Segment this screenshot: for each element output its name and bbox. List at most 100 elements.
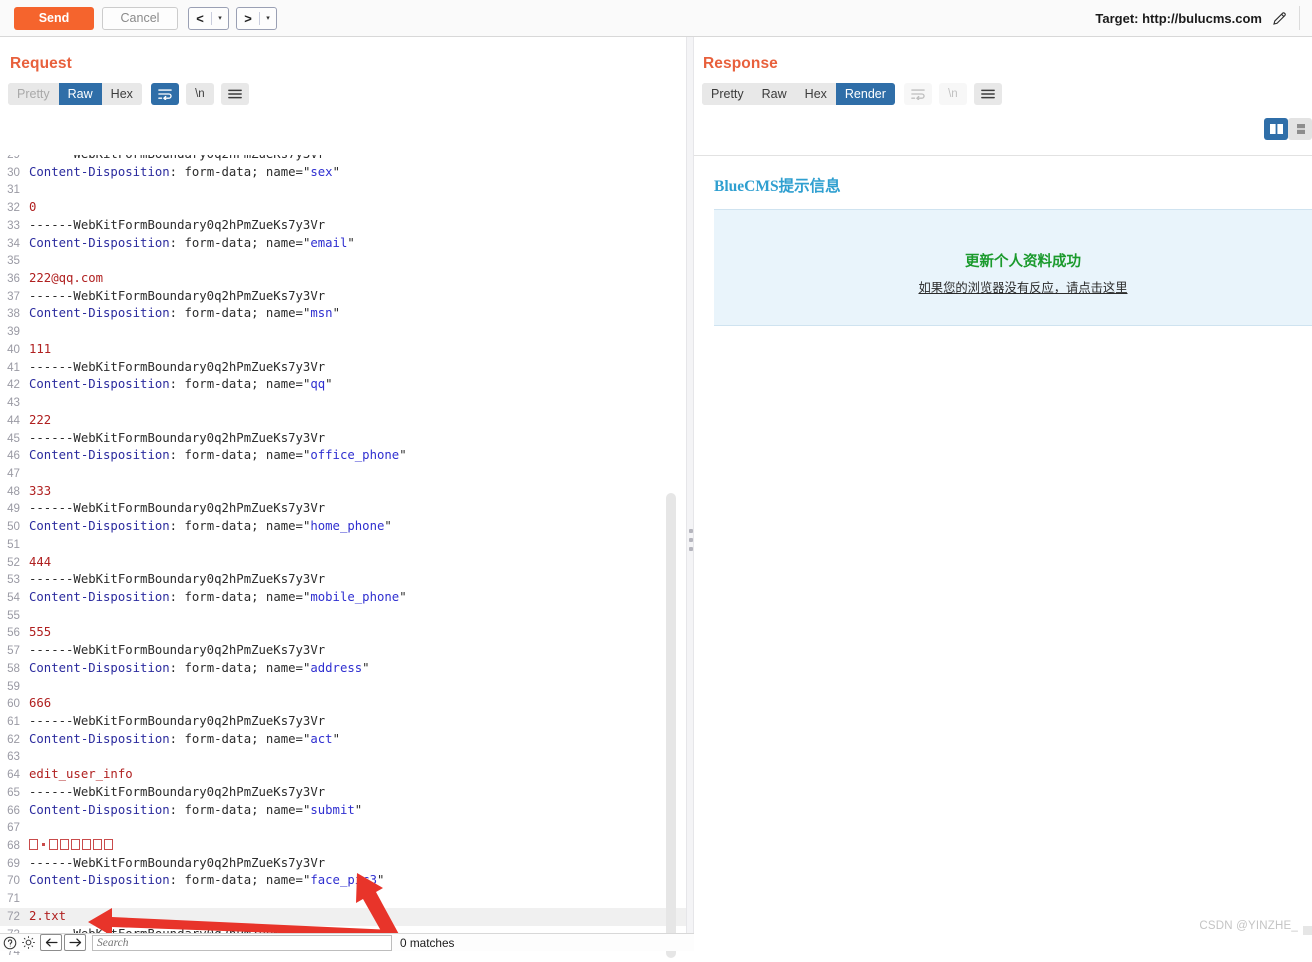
code-line: 51 <box>0 536 686 554</box>
corner-scrollbar[interactable] <box>1303 926 1312 935</box>
code-token: " <box>376 873 385 888</box>
middot-glyph <box>42 843 45 847</box>
line-content: 444 <box>25 554 51 572</box>
line-number: 33 <box>7 218 20 232</box>
code-token: ------WebKitFormBoundary0q2hPmZueKs7y3Vr <box>29 430 326 445</box>
code-line: 63 <box>0 748 686 766</box>
layout-buttons <box>1264 118 1312 140</box>
line-content: ------WebKitFormBoundary0q2hPmZueKs7y3Vr <box>25 500 325 518</box>
redirect-link[interactable]: 如果您的浏览器没有反应，请点击这里 <box>714 278 1312 296</box>
search-forward-button[interactable] <box>64 934 86 951</box>
next-request-button[interactable]: > ▾ <box>236 6 277 30</box>
code-token: 222 <box>29 412 52 427</box>
code-token: : form-data; name= <box>169 235 303 250</box>
code-token: address <box>310 660 363 675</box>
question-icon[interactable] <box>0 934 19 952</box>
code-token: Content-Disposition <box>29 306 170 321</box>
request-word-wrap-icon[interactable] <box>150 83 179 105</box>
unrenderable-glyph-icon <box>82 839 91 851</box>
watermark: CSDN @YINZHE_ <box>1199 920 1298 932</box>
code-token: sex <box>310 164 333 179</box>
chevron-down-icon: ▾ <box>266 15 270 22</box>
line-content: Content-Disposition: form-data; name= "fa… <box>25 872 384 890</box>
code-token: Content-Disposition <box>29 589 170 604</box>
request-menu-icon[interactable] <box>220 83 249 105</box>
code-token: office_phone <box>310 448 400 463</box>
code-token: " <box>332 306 340 321</box>
code-token: submit <box>310 802 355 817</box>
search-back-button[interactable] <box>40 934 62 951</box>
code-token: act <box>310 731 333 746</box>
newline-glyph: \n <box>948 88 958 100</box>
split-vertical-view-button[interactable] <box>1264 118 1288 140</box>
cancel-button[interactable]: Cancel <box>102 6 178 30</box>
line-number: 48 <box>7 484 20 498</box>
code-line: 36 222@qq.com <box>0 270 686 288</box>
chevron-down-icon: ▾ <box>218 15 222 22</box>
tab-request-hex[interactable]: Hex <box>101 83 142 105</box>
code-line: 49 ------WebKitFormBoundary0q2hPmZueKs7y3… <box>0 500 686 518</box>
line-number: 32 <box>7 201 20 215</box>
splitter-grip[interactable] <box>689 529 693 551</box>
tab-response-raw[interactable]: Raw <box>752 83 796 105</box>
code-line: 32 0 <box>0 199 686 217</box>
code-line: 35 <box>0 252 686 270</box>
line-content: Content-Disposition: form-data; name= "ho… <box>25 518 392 536</box>
search-input[interactable] <box>92 934 392 951</box>
line-content: ------WebKitFormBoundary0q2hPmZueKs7y3Vr <box>25 359 325 377</box>
bluecms-heading: BlueCMS提示信息 <box>714 178 841 195</box>
request-newline-icon[interactable]: \n <box>185 83 214 105</box>
code-line: 48 333 <box>0 483 686 501</box>
code-token: : form-data; name= <box>169 519 303 534</box>
code-line: 47 <box>0 465 686 483</box>
tab-request-pretty[interactable]: Pretty <box>8 83 59 105</box>
response-menu-icon[interactable] <box>973 83 1002 105</box>
code-token: 0 <box>29 200 37 215</box>
code-token: Content-Disposition <box>29 802 170 817</box>
response-view-tabs: Pretty Raw Hex Render <box>702 83 895 105</box>
send-button[interactable]: Send <box>14 6 94 30</box>
line-number: 63 <box>7 750 20 764</box>
code-token: 333 <box>29 483 52 498</box>
line-number: 59 <box>7 679 20 693</box>
line-number: 49 <box>7 502 20 516</box>
split-horizontal-view-button[interactable] <box>1288 118 1312 140</box>
chevron-right-icon: > <box>244 10 252 26</box>
newline-glyph: \n <box>195 88 205 100</box>
code-token: : form-data; name= <box>169 731 303 746</box>
request-vertical-scrollbar[interactable] <box>666 493 676 958</box>
request-view-tabs: Pretty Raw Hex <box>8 83 142 105</box>
line-content: 222@qq.com <box>25 270 103 288</box>
tab-request-raw[interactable]: Raw <box>58 83 102 105</box>
request-code-area[interactable]: 29 ------WebKitFormBoundary0q2hPmZueKs7y3… <box>0 155 686 962</box>
gear-icon[interactable] <box>19 934 38 952</box>
line-number: 36 <box>7 272 20 286</box>
previous-request-button[interactable]: < ▾ <box>188 6 229 30</box>
line-number: 34 <box>7 236 20 250</box>
code-token: 111 <box>29 341 52 356</box>
code-token: " <box>399 589 407 604</box>
request-title: Request <box>10 55 72 72</box>
code-token: ------WebKitFormBoundary0q2hPmZueKs7y3Vr <box>29 501 326 516</box>
tab-response-pretty[interactable]: Pretty <box>702 83 753 105</box>
code-line: 52 444 <box>0 554 686 572</box>
tab-response-render[interactable]: Render <box>835 83 895 105</box>
code-token: ------WebKitFormBoundary0q2hPmZueKs7y3Vr <box>29 643 326 658</box>
line-number: 57 <box>7 644 20 658</box>
code-line: 67 <box>0 819 686 837</box>
code-line: 72 2.txt <box>0 907 686 926</box>
code-token: Content-Disposition <box>29 660 170 675</box>
code-token: : form-data; name= <box>169 589 303 604</box>
panel-splitter[interactable] <box>686 37 694 933</box>
pencil-icon[interactable] <box>1271 10 1288 27</box>
code-token: mobile_phone <box>310 589 400 604</box>
line-number: 70 <box>7 874 20 888</box>
code-token: " <box>332 731 340 746</box>
line-content: ------WebKitFormBoundary0q2hPmZueKs7y3Vr <box>25 430 325 448</box>
line-number: 53 <box>7 573 20 587</box>
code-line: 30 Content-Disposition: form-data; name= "… <box>0 164 686 182</box>
line-number: 38 <box>7 307 20 321</box>
line-content: edit_user_info <box>25 766 133 784</box>
code-token: Content-Disposition <box>29 235 170 250</box>
tab-response-hex[interactable]: Hex <box>795 83 836 105</box>
